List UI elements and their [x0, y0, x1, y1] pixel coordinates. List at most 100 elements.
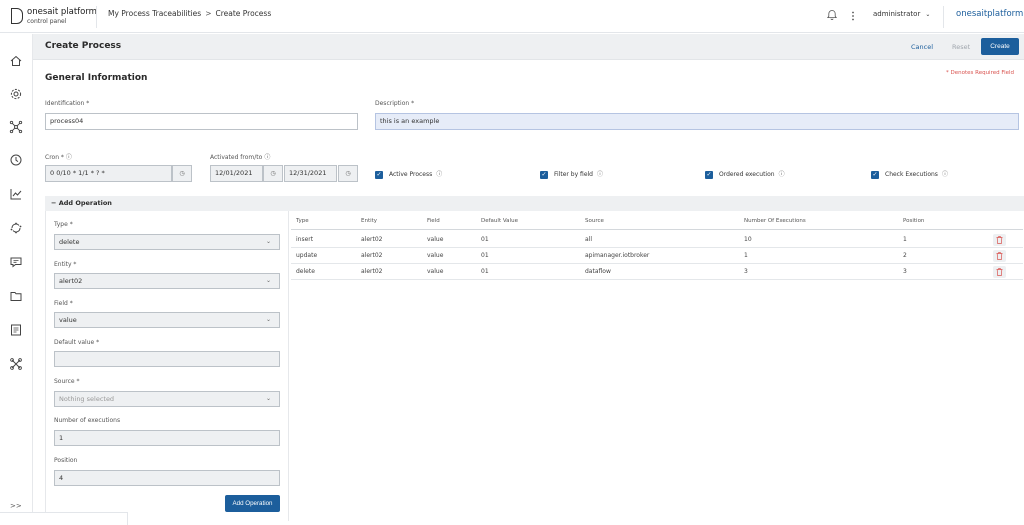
info-icon[interactable]: ⓘ: [779, 171, 785, 178]
default-value-input[interactable]: [54, 351, 280, 367]
field-label: Field *: [54, 300, 73, 307]
info-icon[interactable]: ⓘ: [436, 171, 442, 178]
breadcrumb-separator: >: [205, 9, 212, 18]
executions-label: Number of executions: [54, 417, 121, 424]
date-to-input[interactable]: 12/31/2021: [284, 165, 337, 182]
clock-icon[interactable]: [9, 153, 23, 167]
page-header: Create Process Cancel Reset Create: [33, 34, 1024, 60]
cell-executions: 3: [744, 268, 748, 275]
identification-input[interactable]: process04: [45, 113, 358, 130]
sync-icon[interactable]: [9, 221, 23, 235]
info-icon[interactable]: ⓘ: [264, 154, 270, 161]
table-header: Type Entity Field Default Value Source N…: [291, 214, 1023, 230]
home-icon[interactable]: [9, 54, 23, 68]
brand-link[interactable]: onesaitplatform: [956, 9, 1023, 19]
gear-icon[interactable]: [9, 87, 23, 101]
cron-input[interactable]: 0 0/10 * 1/1 * ? *: [45, 165, 172, 182]
platform-logo[interactable]: onesait platform control panel: [8, 6, 97, 28]
cell-executions: 1: [744, 252, 748, 259]
checkbox-label: Active Process: [389, 171, 433, 178]
trash-icon[interactable]: [993, 234, 1006, 246]
cell-field: value: [427, 236, 444, 243]
checkbox-label: Check Executions: [885, 171, 938, 178]
document-icon[interactable]: [9, 323, 23, 337]
required-field-note: * Denotes Required Field: [946, 70, 1015, 76]
cell-default-value: 01: [481, 252, 489, 259]
chevron-down-icon: ⌄: [925, 11, 931, 18]
check-executions-checkbox[interactable]: ✓ Check Executions ⓘ: [871, 169, 948, 179]
entity-select[interactable]: alert02 ⌄: [54, 273, 280, 289]
table-row: delete alert02 value 01 dataflow 3 3: [291, 264, 1023, 280]
cell-field: value: [427, 268, 444, 275]
cancel-button[interactable]: Cancel: [911, 43, 933, 51]
checkbox-checked-icon[interactable]: ✓: [540, 170, 548, 179]
create-button[interactable]: Create: [981, 38, 1019, 55]
add-operation-button[interactable]: Add Operation: [225, 495, 280, 512]
tools-icon[interactable]: [9, 357, 23, 371]
more-options-icon[interactable]: [849, 10, 857, 22]
breadcrumb-item-current: Create Process: [215, 9, 272, 18]
type-select[interactable]: delete ⌄: [54, 234, 280, 250]
filter-by-field-checkbox[interactable]: ✓ Filter by field ⓘ: [540, 169, 603, 179]
chevron-down-icon: ⌄: [265, 238, 271, 245]
description-input[interactable]: this is an example: [375, 113, 1019, 130]
top-bar: onesait platform control panel My Proces…: [0, 0, 1024, 33]
cell-source: all: [585, 236, 593, 243]
collapse-toggle-icon[interactable]: −: [51, 199, 56, 207]
cell-source: dataflow: [585, 268, 611, 275]
cell-position: 1: [903, 236, 907, 243]
chart-line-icon[interactable]: [9, 187, 23, 201]
add-operation-title-wrap: − Add Operation: [51, 199, 112, 207]
bottom-strip: [0, 512, 128, 525]
type-select-value: delete: [59, 238, 80, 246]
activated-label-wrap: Activated from/to ⓘ: [210, 152, 270, 161]
user-menu[interactable]: administrator ⌄: [873, 10, 930, 18]
field-select-value: value: [59, 316, 77, 324]
source-label: Source *: [54, 378, 80, 385]
clock-icon[interactable]: ◷: [338, 165, 358, 182]
checkbox-checked-icon[interactable]: ✓: [871, 170, 879, 179]
info-icon[interactable]: ⓘ: [942, 171, 948, 178]
network-icon[interactable]: [9, 120, 23, 134]
date-from-input[interactable]: 12/01/2021: [210, 165, 263, 182]
column-header-position: Position: [903, 218, 925, 224]
add-operation-header[interactable]: − Add Operation: [45, 196, 1024, 211]
cell-default-value: 01: [481, 236, 489, 243]
clock-icon[interactable]: ◷: [263, 165, 283, 182]
trash-icon[interactable]: [993, 250, 1006, 262]
chevron-down-icon: ⌄: [265, 316, 271, 323]
folder-icon[interactable]: [9, 289, 23, 303]
add-operation-title: Add Operation: [58, 199, 112, 207]
info-icon[interactable]: ⓘ: [597, 171, 603, 178]
info-icon[interactable]: ⓘ: [66, 154, 72, 161]
clock-icon[interactable]: ◷: [172, 165, 192, 182]
executions-input[interactable]: 1: [54, 430, 280, 446]
source-select[interactable]: Nothing selected ⌄: [54, 391, 280, 407]
chevron-down-icon: ⌄: [265, 277, 271, 284]
column-header-type: Type: [296, 218, 309, 224]
cron-label-wrap: Cron * ⓘ: [45, 152, 72, 161]
cell-type: insert: [296, 236, 314, 243]
default-value-label: Default value *: [54, 339, 100, 346]
chevron-down-icon: ⌄: [265, 395, 271, 402]
cell-type: delete: [296, 268, 315, 275]
field-select[interactable]: value ⌄: [54, 312, 280, 328]
reset-button[interactable]: Reset: [952, 43, 970, 51]
logo-subtitle: control panel: [27, 18, 67, 25]
collapse-sidebar-icon[interactable]: >>: [10, 502, 22, 510]
cell-position: 3: [903, 268, 907, 275]
entity-label: Entity *: [54, 261, 77, 268]
cell-field: value: [427, 252, 444, 259]
bell-icon[interactable]: [826, 9, 838, 21]
checkbox-checked-icon[interactable]: ✓: [705, 170, 713, 179]
active-process-checkbox[interactable]: ✓ Active Process ⓘ: [375, 169, 442, 179]
column-header-executions: Number Of Executions: [744, 218, 806, 224]
breadcrumb-item-traceabilities[interactable]: My Process Traceabilities: [108, 9, 201, 18]
trash-icon[interactable]: [993, 266, 1006, 278]
logo-mark-icon: [11, 8, 23, 24]
checkbox-checked-icon[interactable]: ✓: [375, 170, 383, 179]
ordered-execution-checkbox[interactable]: ✓ Ordered execution ⓘ: [705, 169, 785, 179]
entity-select-value: alert02: [59, 277, 83, 285]
position-input[interactable]: 4: [54, 470, 280, 486]
message-icon[interactable]: [9, 255, 23, 269]
